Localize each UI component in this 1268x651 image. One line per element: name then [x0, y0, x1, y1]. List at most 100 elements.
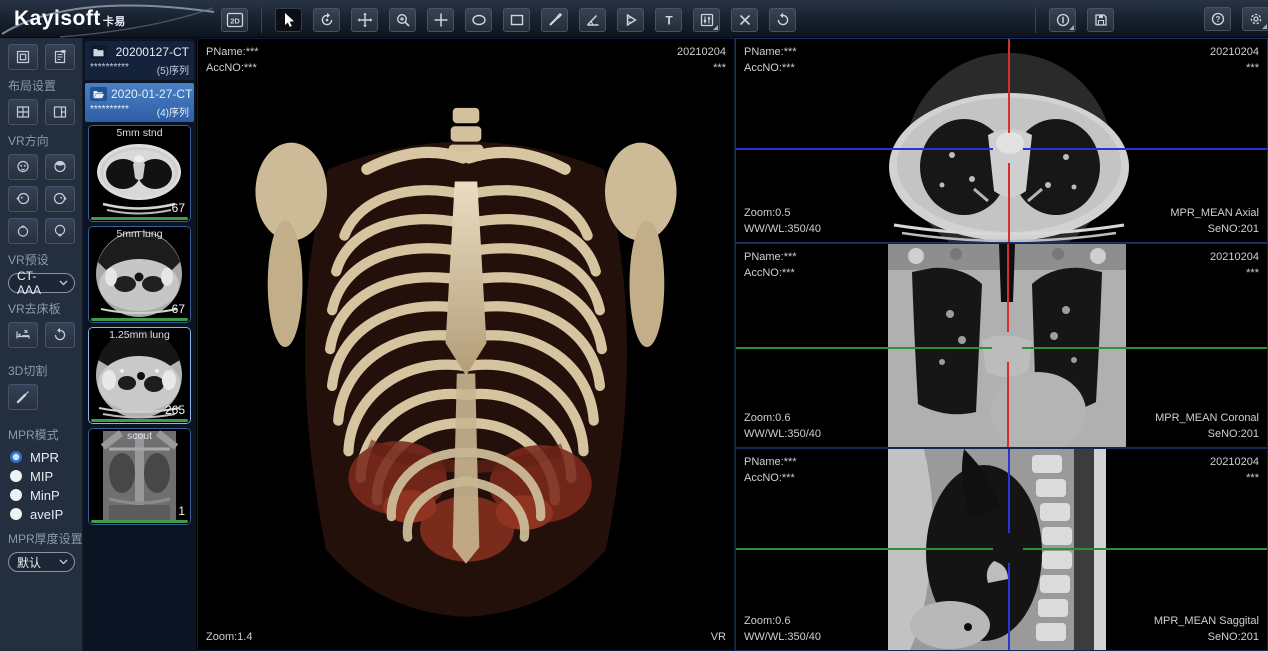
- thumbnail-progress-bar: [91, 419, 188, 422]
- axial-seno-overlay: SeNO:201: [1170, 221, 1259, 237]
- study-series-count: (4)序列: [157, 104, 189, 119]
- grid-2x2-layout-button[interactable]: [8, 99, 38, 125]
- sagittal-zoom-overlay: Zoom:0.6: [744, 613, 821, 629]
- sagittal-crosshair-vertical-bottom[interactable]: [1008, 563, 1010, 650]
- thumbnail-progress-bar: [91, 520, 188, 523]
- study-item-2-selected[interactable]: 2020-01-27-CT ********** (4)序列: [85, 83, 194, 122]
- vr-head-top-button[interactable]: [8, 218, 38, 244]
- coronal-crosshair-vertical-bottom[interactable]: [1007, 362, 1009, 447]
- mpr-coronal-viewport[interactable]: PName:*** AccNO:*** 20210204 *** Zoom:0.…: [735, 243, 1268, 448]
- mpr-mode-radio-mpr[interactable]: MPR: [10, 448, 76, 466]
- sagittal-seno-overlay: SeNO:201: [1154, 629, 1259, 645]
- coronal-crosshair-horizontal-left[interactable]: [736, 347, 992, 349]
- vr-head-top-icon: [15, 223, 31, 239]
- axial-masked-overlay: ***: [1210, 60, 1259, 76]
- scalpel-icon: [15, 389, 31, 405]
- thumbnail-label: scout: [89, 430, 190, 442]
- help-circle-icon: ?: [1210, 11, 1226, 27]
- rect-roi-tool-button[interactable]: [503, 8, 530, 32]
- scalpel-button[interactable]: [8, 384, 38, 410]
- radio-label: MIP: [30, 469, 53, 484]
- series-thumbnail-5mm-stnd[interactable]: 5mm stnd 67: [88, 125, 191, 222]
- study-masked-name: **********: [90, 104, 129, 119]
- mpr-mode-radio-aveip[interactable]: aveIP: [10, 505, 76, 523]
- zoom-in-tool-button[interactable]: [389, 8, 416, 32]
- sagittal-crosshair-horizontal-left[interactable]: [736, 548, 993, 550]
- vr-head-left-button[interactable]: [8, 186, 38, 212]
- study-masked-name: **********: [90, 62, 129, 77]
- reset-view-tool-button[interactable]: [769, 8, 796, 32]
- crosshair-tool-button[interactable]: [427, 8, 454, 32]
- axial-crosshair-horizontal-right[interactable]: [1023, 148, 1267, 150]
- thumbnail-progress-bar: [91, 318, 188, 321]
- series-thumbnail-scout[interactable]: scout 1: [88, 428, 191, 525]
- vr-head-right-icon: [52, 191, 68, 207]
- single-view-button[interactable]: [8, 44, 38, 70]
- rotate-3d-tool-button[interactable]: [313, 8, 340, 32]
- bed-remove-icon: [15, 327, 31, 343]
- vr-head-bottom-button[interactable]: [45, 218, 75, 244]
- axial-crosshair-horizontal-left[interactable]: [736, 148, 993, 150]
- coronal-crosshair-horizontal-right[interactable]: [1022, 347, 1267, 349]
- text-annotation-icon: T: [661, 12, 677, 28]
- mpr-mode-radio-minp[interactable]: MinP: [10, 486, 76, 504]
- 3d-cut-label: 3D切割: [8, 362, 76, 379]
- pan-tool-button[interactable]: [351, 8, 378, 32]
- vr-head-right-button[interactable]: [45, 186, 75, 212]
- zoom-in-icon: [395, 12, 411, 28]
- delete-x-tool-button[interactable]: [731, 8, 758, 32]
- vr-head-back-button[interactable]: [45, 154, 75, 180]
- text-annotation-tool-button[interactable]: T: [655, 8, 682, 32]
- study-series-count: (5)序列: [157, 62, 189, 77]
- axial-crosshair-vertical-top[interactable]: [1008, 39, 1010, 133]
- probe-arrow-tool-button[interactable]: [617, 8, 644, 32]
- mpr-thickness-select[interactable]: 默认: [8, 552, 75, 572]
- pencil-measure-tool-button[interactable]: [541, 8, 568, 32]
- series-thumbnail-5mm-lung[interactable]: 5mm lung 67: [88, 226, 191, 323]
- mpr-axial-viewport[interactable]: PName:*** AccNO:*** 20210204 *** Zoom:0.…: [735, 38, 1268, 243]
- rect-roi-icon: [509, 12, 525, 28]
- ellipse-roi-tool-button[interactable]: [465, 8, 492, 32]
- bed-restore-button[interactable]: [45, 322, 75, 348]
- probe-arrow-icon: [623, 12, 639, 28]
- layout-1-2-button[interactable]: [45, 99, 75, 125]
- mpr-mode-radio-mip[interactable]: MIP: [10, 467, 76, 485]
- sagittal-crosshair-vertical-top[interactable]: [1008, 449, 1010, 533]
- vr-preset-select[interactable]: CT-AAA: [8, 273, 75, 293]
- coronal-pname-overlay: PName:***: [744, 249, 797, 265]
- angle-measure-tool-button[interactable]: [579, 8, 606, 32]
- coronal-masked-overlay: ***: [1210, 265, 1259, 281]
- window-level-tool-button[interactable]: [693, 8, 720, 32]
- mpr-sagittal-viewport[interactable]: PName:*** AccNO:*** 20210204 *** Zoom:0.…: [735, 448, 1268, 651]
- series-thumbnail-1-25mm-lung[interactable]: 1.25mm lung 265: [88, 327, 191, 424]
- sagittal-accno-overlay: AccNO:***: [744, 470, 797, 486]
- grid-2x2-icon: [15, 104, 31, 120]
- thumbnail-label: 5mm lung: [89, 228, 190, 240]
- help-button[interactable]: ?: [1204, 7, 1231, 31]
- bed-remove-button[interactable]: [8, 322, 38, 348]
- series-panel: 20200127-CT ********** (5)序列 2020-01-27-…: [83, 38, 197, 651]
- cursor-tool-button[interactable]: [275, 8, 302, 32]
- vr-head-bottom-icon: [52, 223, 68, 239]
- vr-head-left-icon: [15, 191, 31, 207]
- thumbnail-label: 5mm stnd: [89, 127, 190, 139]
- vr-ribcage-rendering: [246, 67, 686, 623]
- tool-sidebar: 布局设置 VR方向: [0, 38, 83, 651]
- radio-selected-icon: [10, 451, 22, 463]
- pencil-measure-icon: [547, 12, 563, 28]
- save-button[interactable]: [1087, 8, 1114, 32]
- axial-crosshair-vertical-bottom[interactable]: [1008, 163, 1010, 242]
- coronal-zoom-overlay: Zoom:0.6: [744, 410, 821, 426]
- settings-button[interactable]: [1242, 7, 1268, 31]
- mpr-thickness-label: MPR厚度设置: [8, 530, 76, 547]
- study-item-1[interactable]: 20200127-CT ********** (5)序列: [85, 41, 194, 80]
- brand-name: Kayisoft: [14, 7, 101, 30]
- coronal-crosshair-vertical-top[interactable]: [1007, 244, 1009, 332]
- info-button[interactable]: [1049, 8, 1076, 32]
- view-2d-button[interactable]: 2D: [221, 8, 248, 32]
- vr-preset-label: VR预设: [8, 251, 76, 268]
- vr-3d-viewport[interactable]: PName:*** AccNO:*** 20210204 *** Zoom:1.…: [197, 38, 735, 651]
- sagittal-crosshair-horizontal-right[interactable]: [1023, 548, 1267, 550]
- series-info-button[interactable]: [45, 44, 75, 70]
- vr-head-front-button[interactable]: [8, 154, 38, 180]
